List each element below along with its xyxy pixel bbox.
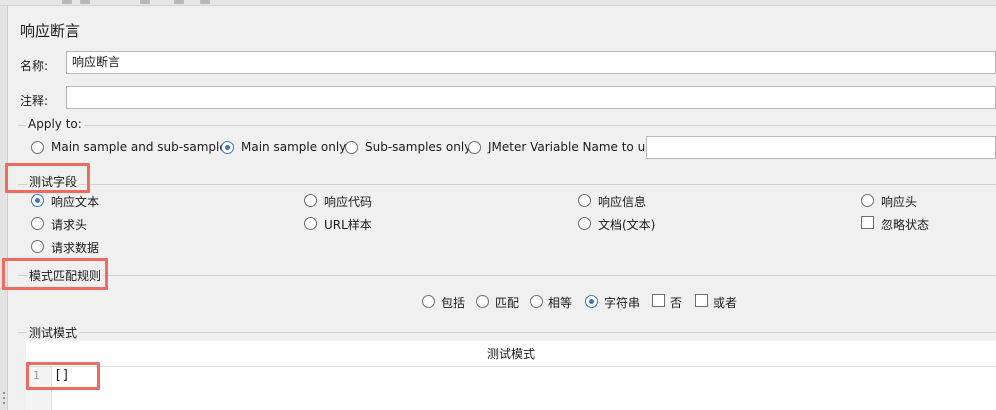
option-response-headers-label: 响应头 bbox=[881, 195, 918, 209]
radio-substring[interactable] bbox=[585, 295, 598, 308]
page-title: 响应断言 bbox=[20, 22, 81, 40]
option-main-only-label: Main sample only bbox=[241, 140, 347, 154]
patterns-divider bbox=[18, 332, 996, 333]
radio-response-message[interactable] bbox=[578, 194, 591, 207]
option-response-code-label: 响应代码 bbox=[324, 195, 373, 209]
option-sub-only-label: Sub-samples only bbox=[365, 140, 472, 154]
toolbar-icon[interactable] bbox=[80, 0, 90, 4]
jmeter-variable-input[interactable] bbox=[646, 136, 996, 159]
pattern-rules-divider bbox=[18, 275, 996, 276]
comment-label: 注释: bbox=[20, 94, 49, 108]
option-request-headers-label: 请求头 bbox=[51, 218, 88, 232]
option-request-data-label: 请求数据 bbox=[51, 241, 100, 255]
option-contains-label: 包括 bbox=[441, 296, 466, 310]
radio-main-only[interactable] bbox=[221, 141, 234, 154]
apply-to-divider bbox=[18, 125, 996, 126]
name-field[interactable]: 响应断言 bbox=[66, 51, 996, 74]
radio-jmeter-variable[interactable] bbox=[468, 141, 481, 154]
radio-matches[interactable] bbox=[476, 295, 489, 308]
option-response-text-label: 响应文本 bbox=[51, 195, 100, 209]
radio-request-headers[interactable] bbox=[31, 217, 44, 230]
toolbar-icon[interactable] bbox=[62, 0, 72, 4]
not-label: 否 bbox=[670, 296, 683, 310]
or-checkbox[interactable] bbox=[695, 294, 708, 307]
highlight-box bbox=[26, 362, 100, 390]
option-response-message-label: 响应信息 bbox=[598, 195, 647, 209]
comment-field[interactable] bbox=[66, 86, 996, 109]
radio-response-headers[interactable] bbox=[861, 194, 874, 207]
option-main-and-sub-label: Main sample and sub-samples bbox=[51, 140, 233, 154]
or-label: 或者 bbox=[713, 296, 738, 310]
option-matches-label: 匹配 bbox=[495, 296, 520, 310]
radio-request-data[interactable] bbox=[31, 240, 44, 253]
name-label: 名称: bbox=[20, 59, 49, 73]
radio-contains[interactable] bbox=[422, 295, 435, 308]
apply-to-title: Apply to: bbox=[26, 117, 84, 131]
toolbar-icon[interactable] bbox=[140, 0, 150, 4]
radio-equals[interactable] bbox=[530, 295, 543, 308]
radio-sub-only[interactable] bbox=[345, 141, 358, 154]
radio-document-text[interactable] bbox=[578, 217, 591, 230]
option-document-text-label: 文档(文本) bbox=[598, 218, 656, 232]
not-checkbox[interactable] bbox=[652, 294, 665, 307]
radio-response-code[interactable] bbox=[304, 194, 317, 207]
splitter[interactable] bbox=[0, 6, 8, 410]
pattern-column-header: 测试模式 bbox=[26, 341, 996, 367]
radio-main-and-sub[interactable] bbox=[31, 141, 44, 154]
ignore-status-label: 忽略状态 bbox=[881, 218, 930, 232]
field-to-test-divider bbox=[18, 184, 996, 185]
radio-url-sampled[interactable] bbox=[304, 217, 317, 230]
highlight-box bbox=[2, 258, 108, 290]
toolbar-icon[interactable] bbox=[174, 0, 184, 4]
splitter-grip-icon[interactable] bbox=[3, 397, 5, 399]
radio-response-text[interactable] bbox=[31, 194, 44, 207]
option-substring-label: 字符串 bbox=[604, 296, 641, 310]
option-equals-label: 相等 bbox=[548, 296, 573, 310]
toolbar-icon[interactable] bbox=[200, 0, 210, 4]
highlight-box bbox=[5, 163, 90, 193]
splitter-grip-icon[interactable] bbox=[3, 392, 5, 394]
option-jmeter-variable-label: JMeter Variable Name to use bbox=[488, 140, 659, 154]
splitter-grip-icon[interactable] bbox=[3, 402, 5, 404]
option-url-sampled-label: URL样本 bbox=[324, 218, 372, 232]
ignore-status-checkbox[interactable] bbox=[861, 216, 874, 229]
patterns-title: 测试模式 bbox=[27, 324, 80, 341]
